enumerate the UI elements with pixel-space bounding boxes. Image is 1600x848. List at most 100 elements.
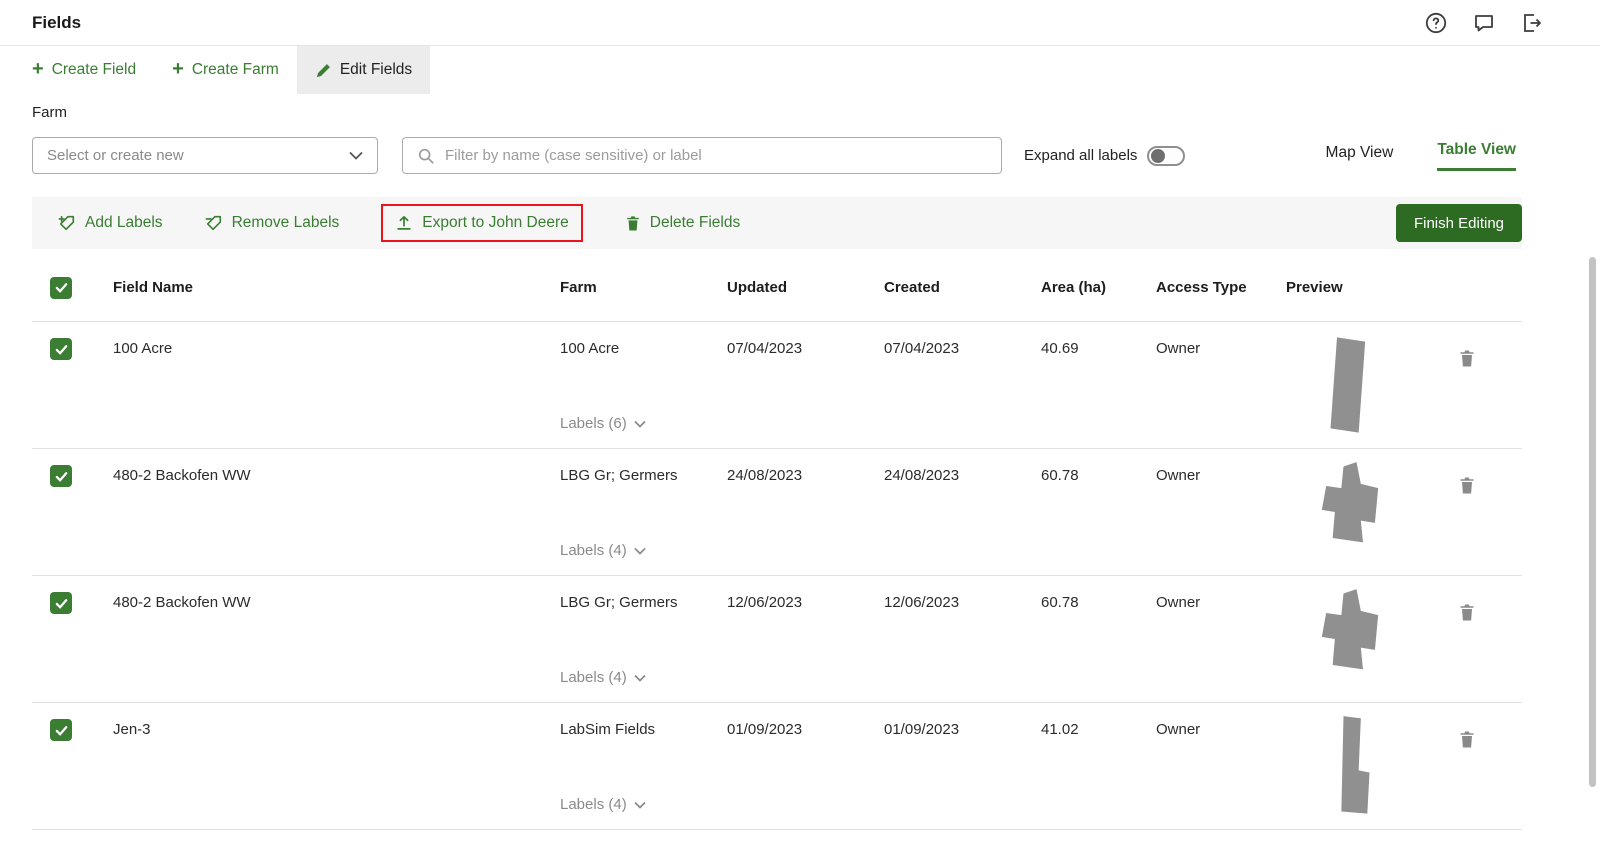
farm-select[interactable]: Select or create new	[32, 137, 378, 174]
remove-labels-button[interactable]: Remove Labels	[205, 214, 340, 232]
chevron-down-icon	[634, 801, 646, 809]
created-date: 24/08/2023	[884, 467, 959, 484]
chevron-down-icon	[634, 674, 646, 682]
farm-name: LBG Gr; Germers	[560, 594, 727, 611]
row-checkbox[interactable]	[50, 719, 72, 741]
col-preview: Preview	[1286, 279, 1426, 296]
plus-icon: +	[32, 59, 44, 79]
created-date: 12/06/2023	[884, 594, 959, 611]
delete-fields-button[interactable]: Delete Fields	[625, 214, 740, 232]
col-updated: Updated	[727, 279, 884, 296]
bulk-actions-toolbar: Add Labels Remove Labels Export to John …	[32, 197, 1522, 249]
filters-row: Select or create new Expand all labels M…	[0, 137, 1600, 174]
labels-count: Labels (4)	[560, 542, 627, 559]
edit-fields-label: Edit Fields	[340, 61, 412, 79]
expand-labels-group: Expand all labels	[1024, 146, 1185, 166]
toggle-knob	[1151, 149, 1165, 163]
delete-row-icon[interactable]	[1458, 729, 1476, 752]
labels-expander[interactable]: Labels (4)	[560, 796, 727, 813]
map-view-tab[interactable]: Map View	[1326, 144, 1394, 171]
edit-fields-button[interactable]: Edit Fields	[297, 46, 430, 94]
delete-row-icon[interactable]	[1458, 602, 1476, 625]
chevron-down-icon	[634, 547, 646, 555]
table-header: Field Name Farm Updated Created Area (ha…	[32, 254, 1522, 322]
table-view-tab[interactable]: Table View	[1437, 141, 1516, 171]
col-created: Created	[884, 279, 1041, 296]
remove-labels-label: Remove Labels	[232, 214, 340, 232]
upload-icon	[395, 214, 413, 232]
created-date: 01/09/2023	[884, 721, 959, 738]
row-checkbox[interactable]	[50, 465, 72, 487]
delete-row-icon[interactable]	[1458, 475, 1476, 498]
field-name: 100 Acre	[113, 340, 172, 357]
search-input[interactable]	[445, 147, 987, 164]
delete-fields-label: Delete Fields	[650, 214, 740, 232]
create-farm-button[interactable]: + Create Farm	[154, 46, 297, 94]
chat-icon[interactable]	[1472, 11, 1496, 35]
area-value: 40.69	[1041, 340, 1079, 357]
table-row: Jen-3 LabSim Fields Labels (4) 01/09/202…	[32, 703, 1522, 830]
area-value: 60.78	[1041, 467, 1079, 484]
field-shape-preview	[1286, 703, 1426, 829]
finish-editing-button[interactable]: Finish Editing	[1396, 204, 1522, 242]
field-name: 480-2 Backofen WW	[113, 594, 251, 611]
farm-name: LabSim Fields	[560, 721, 727, 738]
row-checkbox[interactable]	[50, 338, 72, 360]
area-value: 60.78	[1041, 594, 1079, 611]
access-type: Owner	[1156, 594, 1200, 611]
labels-expander[interactable]: Labels (4)	[560, 542, 727, 559]
labels-expander[interactable]: Labels (4)	[560, 669, 727, 686]
updated-date: 07/04/2023	[727, 340, 802, 357]
tag-plus-icon	[58, 214, 76, 232]
table-row: 480-2 Backofen WW LBG Gr; Germers Labels…	[32, 576, 1522, 703]
field-shape-preview	[1286, 576, 1426, 702]
row-checkbox[interactable]	[50, 592, 72, 614]
tag-minus-icon	[205, 214, 223, 232]
vertical-scrollbar[interactable]	[1589, 257, 1596, 787]
farm-label: Farm	[32, 104, 1600, 121]
chevron-down-icon	[349, 151, 363, 160]
sign-out-icon[interactable]	[1520, 11, 1544, 35]
top-bar: Fields	[0, 0, 1600, 46]
col-access-type: Access Type	[1156, 279, 1286, 296]
select-all-checkbox[interactable]	[50, 277, 72, 299]
create-field-label: Create Field	[52, 61, 136, 79]
created-date: 07/04/2023	[884, 340, 959, 357]
labels-count: Labels (4)	[560, 669, 627, 686]
chevron-down-icon	[634, 420, 646, 428]
farm-name: 100 Acre	[560, 340, 727, 357]
labels-count: Labels (6)	[560, 415, 627, 432]
col-field-name: Field Name	[113, 279, 560, 296]
labels-count: Labels (4)	[560, 796, 627, 813]
updated-date: 01/09/2023	[727, 721, 802, 738]
updated-date: 12/06/2023	[727, 594, 802, 611]
labels-expander[interactable]: Labels (6)	[560, 415, 727, 432]
help-icon[interactable]	[1424, 11, 1448, 35]
field-shape-preview	[1286, 449, 1426, 575]
col-farm: Farm	[560, 279, 727, 296]
access-type: Owner	[1156, 467, 1200, 484]
annotation-highlight-box: Export to John Deere	[381, 204, 582, 242]
export-john-deere-button[interactable]: Export to John Deere	[395, 214, 568, 232]
view-switch: Map View Table View	[1326, 141, 1516, 171]
expand-labels-toggle[interactable]	[1147, 146, 1185, 166]
plus-icon: +	[172, 59, 184, 79]
table-body: 100 Acre 100 Acre Labels (6) 07/04/2023 …	[32, 322, 1522, 830]
page-title: Fields	[32, 13, 81, 33]
col-area: Area (ha)	[1041, 279, 1156, 296]
add-labels-button[interactable]: Add Labels	[58, 214, 163, 232]
pencil-icon	[315, 62, 332, 79]
table-row: 480-2 Backofen WW LBG Gr; Germers Labels…	[32, 449, 1522, 576]
access-type: Owner	[1156, 340, 1200, 357]
area-value: 41.02	[1041, 721, 1079, 738]
field-shape-preview	[1286, 322, 1426, 448]
create-farm-label: Create Farm	[192, 61, 279, 79]
trash-icon	[625, 214, 641, 232]
search-icon	[417, 147, 435, 165]
create-field-button[interactable]: + Create Field	[32, 46, 154, 94]
expand-labels-label: Expand all labels	[1024, 147, 1137, 164]
delete-row-icon[interactable]	[1458, 348, 1476, 371]
field-name: Jen-3	[113, 721, 151, 738]
action-tabs: + Create Field + Create Farm Edit Fields	[0, 46, 1600, 94]
add-labels-label: Add Labels	[85, 214, 163, 232]
